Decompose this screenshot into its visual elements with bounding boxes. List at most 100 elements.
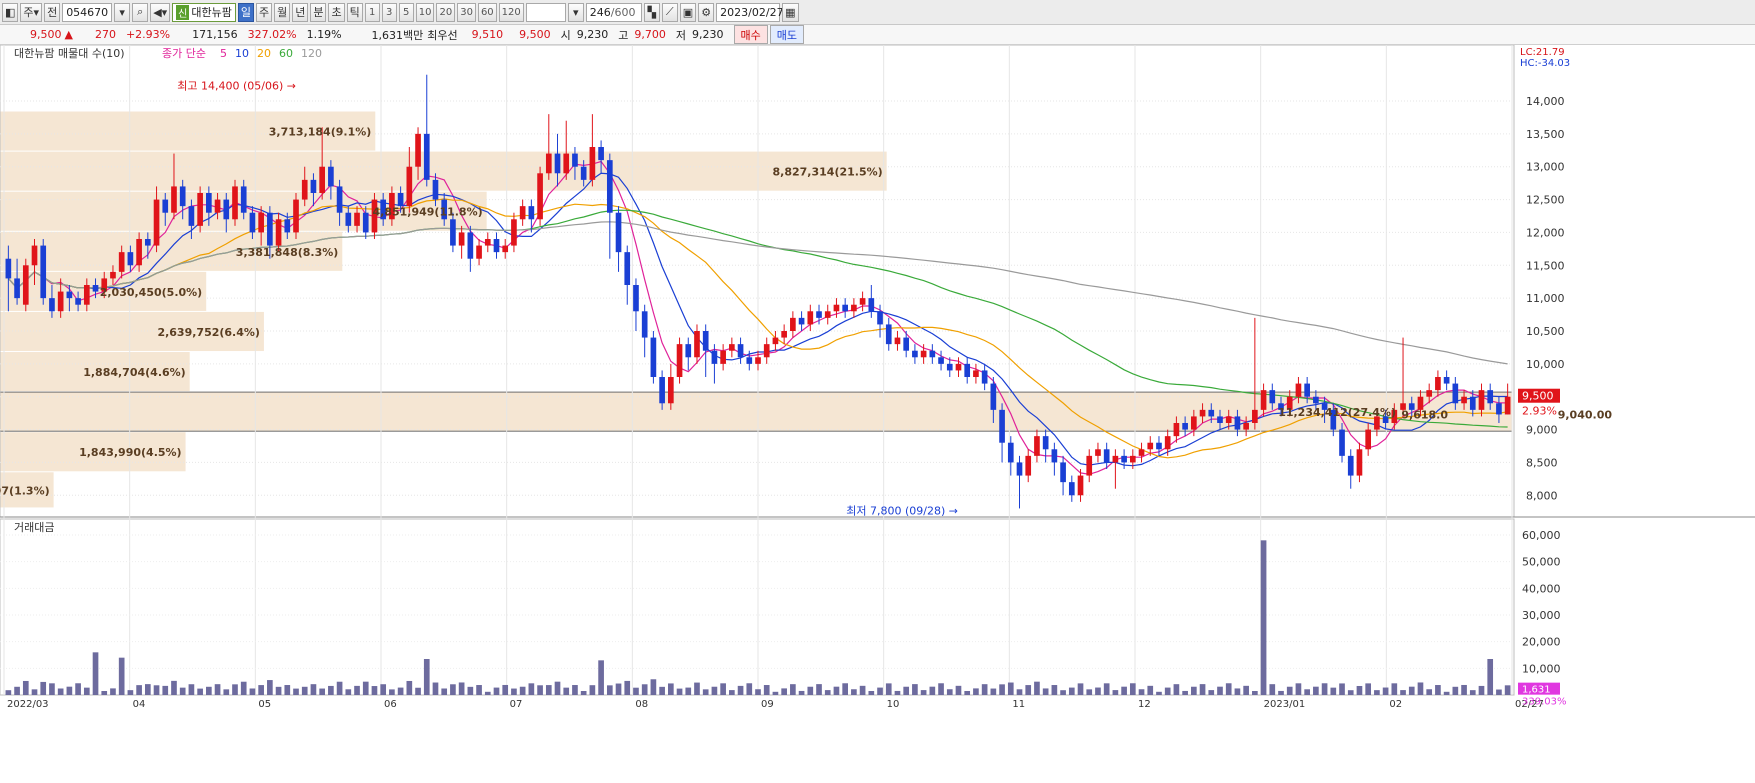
volume-bar-81 — [711, 686, 718, 695]
volume-bar-38 — [336, 681, 343, 695]
volume-bar-50 — [441, 688, 448, 695]
candle-body-8 — [75, 298, 81, 305]
candle-body-52 — [458, 232, 465, 246]
volume-bar-132 — [1156, 691, 1162, 695]
settings-gear-icon[interactable]: ⚙ — [698, 2, 715, 22]
volume-bar-146 — [1278, 690, 1284, 695]
indicator-icon[interactable]: ▚ — [643, 2, 660, 22]
candle-body-153 — [1339, 429, 1345, 456]
profile-label-0: 547,497(1.3%) — [0, 484, 50, 497]
code-input[interactable]: 054670 — [62, 2, 113, 22]
period-month[interactable]: 월 — [274, 2, 291, 22]
volume-bar-65 — [572, 685, 578, 695]
candle-body-36 — [319, 166, 325, 193]
x-tick-6: 09 — [761, 699, 774, 710]
volume-bar-105 — [920, 690, 927, 695]
volume-bar-140 — [1225, 683, 1232, 695]
interval-1[interactable]: 1 — [364, 2, 380, 22]
volume-bar-138 — [1208, 690, 1215, 695]
open-price: 9,230 — [576, 28, 609, 41]
candle-body-121 — [1060, 462, 1066, 483]
interval-3[interactable]: 3 — [381, 2, 397, 22]
candle-body-127 — [1112, 455, 1119, 463]
stock-chart[interactable]: 14,000 13,500 13,000 12,500 12,000 11,500 11,0… — [0, 45, 1755, 783]
candle-body-51 — [450, 219, 456, 246]
period-year[interactable]: 년 — [292, 2, 309, 22]
volume-bar-130 — [1138, 689, 1145, 695]
draw-icon[interactable]: ⟋ — [661, 2, 678, 22]
volume-bar-160 — [1400, 690, 1406, 695]
save-icon[interactable]: ▣ — [679, 2, 697, 22]
scope-button[interactable]: 전 — [44, 2, 61, 22]
volume-bar-35 — [310, 684, 317, 695]
hc-label: HC:-34.03 — [1520, 58, 1570, 69]
candle-body-167 — [1461, 396, 1467, 404]
interval-60[interactable]: 60 — [477, 2, 497, 22]
custom-interval-dropdown-icon[interactable]: ▾ — [567, 2, 584, 22]
volume-bar-104 — [912, 684, 918, 695]
code-dropdown-icon[interactable]: ▾ — [114, 2, 131, 22]
volume-bar-152 — [1330, 687, 1337, 695]
volume-bar-5 — [49, 683, 55, 695]
date-input[interactable]: 2023/02/27 — [716, 2, 784, 22]
volume-bar-141 — [1234, 688, 1241, 695]
volume-tick-2: 40,000 — [1522, 582, 1561, 595]
volume-bar-68 — [598, 660, 604, 695]
candle-body-138 — [1208, 409, 1215, 417]
period-week[interactable]: 주 — [255, 2, 273, 22]
interval-30[interactable]: 30 — [457, 2, 476, 22]
interval-5[interactable]: 5 — [398, 2, 414, 22]
candle-body-49 — [432, 179, 439, 200]
period-tick[interactable]: 틱 — [346, 2, 363, 22]
sell-button[interactable]: 매도 — [769, 25, 805, 44]
ma-legend-60: 60 — [279, 47, 293, 60]
interval-120[interactable]: 120 — [498, 2, 524, 22]
volume-bar-95 — [833, 686, 840, 695]
volume-bar-64 — [563, 687, 570, 695]
candle-body-103 — [903, 337, 910, 351]
candle-body-41 — [362, 212, 369, 233]
period-day[interactable]: 일 — [237, 2, 254, 22]
candle-body-118 — [1034, 436, 1040, 456]
count-total: /600 — [610, 5, 636, 19]
volume-bar-128 — [1121, 686, 1127, 695]
buy-button[interactable]: 매수 — [733, 25, 768, 44]
candle-body-164 — [1435, 377, 1441, 391]
volume-bar-131 — [1147, 685, 1154, 695]
candle-body-135 — [1182, 423, 1188, 430]
right-label-1: 9,040.00 — [1558, 408, 1613, 421]
volume-bar-66 — [580, 691, 587, 695]
speaker-icon[interactable]: ◀▾ — [150, 2, 171, 22]
volume-bar-126 — [1103, 683, 1110, 695]
custom-interval-input[interactable] — [525, 2, 566, 22]
profile-label-1: 1,843,990(4.5%) — [79, 446, 182, 459]
volume-bar-62 — [545, 685, 552, 695]
volume-bar-116 — [1016, 689, 1023, 695]
candle-body-102 — [894, 337, 901, 345]
market-select[interactable]: 주 ▾ — [20, 2, 43, 22]
candle-body-2 — [22, 265, 29, 305]
volume-bar-6 — [57, 688, 64, 695]
stock-name-field[interactable]: 신 대한뉴팜 — [172, 2, 236, 22]
x-tick-5: 08 — [635, 699, 648, 710]
profile-label-2: 11,234,412(27.4%) — [1278, 406, 1396, 419]
volume-bar-83 — [729, 690, 735, 695]
volume-bar-21 — [188, 684, 195, 695]
volume-current-label: 1,631 — [1522, 685, 1551, 696]
period-second[interactable]: 초 — [328, 2, 345, 22]
candle-body-27 — [240, 186, 247, 213]
candle-body-69 — [606, 160, 613, 213]
candle-body-111 — [973, 370, 979, 377]
count-input[interactable]: 246/600 — [585, 2, 642, 22]
search-icon[interactable]: ⌕ — [132, 2, 149, 22]
candle-body-48 — [423, 133, 430, 180]
period-minute[interactable]: 분 — [310, 2, 327, 22]
volume-bar-123 — [1077, 683, 1084, 695]
calendar-icon[interactable]: ▦ — [782, 2, 799, 22]
interval-20[interactable]: 20 — [436, 2, 456, 22]
candle-body-56 — [493, 239, 500, 253]
price-tick-6: 11,000 — [1526, 292, 1565, 305]
volume-bar-42 — [371, 686, 378, 695]
interval-10[interactable]: 10 — [415, 2, 435, 22]
layout-icon[interactable]: ◧ — [2, 2, 19, 22]
